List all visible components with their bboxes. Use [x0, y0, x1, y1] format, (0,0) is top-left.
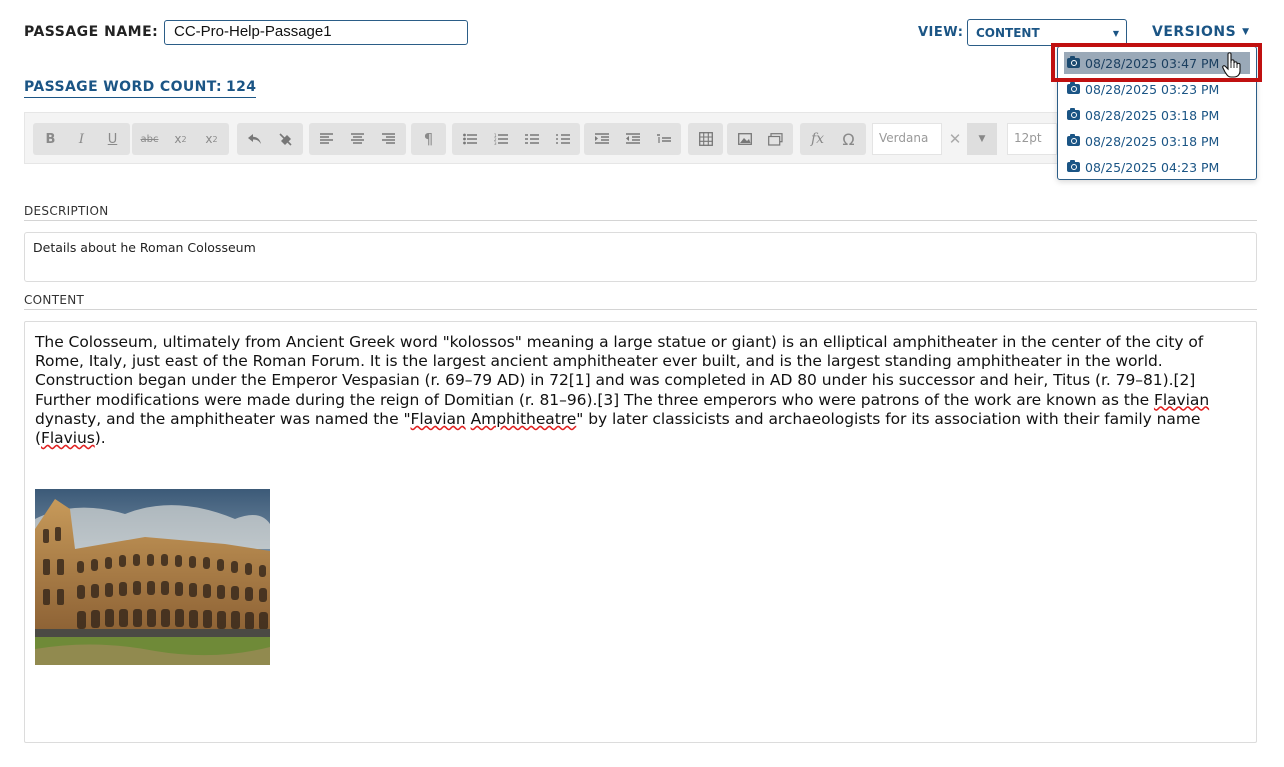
word-count-value: 124 [225, 79, 257, 95]
versions-button[interactable]: VERSIONS ▼ [1152, 24, 1250, 40]
view-select-value: CONTENT [976, 26, 1040, 40]
numbered-list-icon[interactable]: 123 [485, 124, 516, 154]
caret-down-icon: ▼ [1242, 27, 1250, 37]
view-select[interactable]: CONTENT ▼ [967, 19, 1127, 46]
indent-icon[interactable] [586, 124, 617, 154]
version-item[interactable]: 08/25/2025 04:23 PM [1064, 156, 1250, 178]
version-item[interactable]: 08/28/2025 03:18 PM [1064, 130, 1250, 152]
table-icon[interactable] [690, 124, 721, 154]
roman-list-icon[interactable] [547, 124, 578, 154]
outdent-icon[interactable] [617, 124, 648, 154]
align-left-icon[interactable] [311, 124, 342, 154]
underline-icon[interactable]: U [97, 124, 128, 154]
undo-icon[interactable] [239, 124, 270, 154]
bullet-list-icon[interactable] [454, 124, 485, 154]
script-group: abc x2 x2 [132, 123, 229, 155]
spellcheck-word: Flavius [41, 429, 95, 448]
spellcheck-word: Amphitheatre [470, 409, 577, 428]
bold-icon[interactable]: B [35, 124, 66, 154]
camera-icon [1067, 108, 1080, 120]
text-style-group: B I U [33, 123, 130, 155]
media-group [727, 123, 793, 155]
line-height-icon[interactable] [648, 124, 679, 154]
description-field[interactable]: Details about he Roman Colosseum [24, 232, 1257, 282]
list-group: 123 [452, 123, 580, 155]
version-label: 08/25/2025 04:23 PM [1085, 159, 1220, 175]
view-label: VIEW: [918, 25, 964, 40]
versions-label: VERSIONS [1152, 24, 1237, 40]
version-label: 08/28/2025 03:18 PM [1085, 107, 1220, 123]
strikethrough-icon[interactable]: abc [134, 124, 165, 154]
font-family-input[interactable]: Verdana [872, 123, 942, 155]
version-item[interactable]: 08/28/2025 03:18 PM [1064, 104, 1250, 126]
superscript-icon[interactable]: x2 [196, 124, 227, 154]
content-label: CONTENT [24, 293, 85, 307]
content-text-segment: dynasty, and the amphitheater was named … [35, 409, 411, 428]
svg-text:3: 3 [494, 141, 497, 145]
clear-format-icon[interactable] [270, 124, 301, 154]
subscript-icon[interactable]: x2 [165, 124, 196, 154]
gallery-icon[interactable] [760, 124, 791, 154]
content-editor[interactable]: The Colosseum, ultimately from Ancient G… [24, 321, 1257, 743]
spellcheck-word: Flavian [1153, 390, 1210, 409]
word-count: PASSAGE WORD COUNT: 124 [24, 79, 257, 98]
divider [24, 220, 1257, 221]
content-body[interactable]: The Colosseum, ultimately from Ancient G… [35, 333, 1247, 448]
version-label: 08/28/2025 03:18 PM [1085, 133, 1220, 149]
chevron-down-icon[interactable]: ▼ [967, 123, 997, 155]
alpha-list-icon[interactable] [516, 124, 547, 154]
passage-name-label: PASSAGE NAME: [24, 24, 159, 40]
formula-icon[interactable]: fx [802, 124, 833, 154]
alignment-group [309, 123, 406, 155]
hand-pointer-icon [1222, 52, 1241, 78]
chevron-down-icon: ▼ [1112, 29, 1119, 38]
omega-icon[interactable]: Ω [833, 124, 864, 154]
spellcheck-word: Flavian [410, 409, 466, 428]
description-label: DESCRIPTION [24, 204, 109, 218]
content-text-segment: The Colosseum, ultimately from Ancient G… [35, 333, 1204, 409]
content-text-segment: ). [94, 429, 106, 448]
history-group [237, 123, 303, 155]
divider [24, 309, 1257, 310]
paragraph-group: ¶ [411, 123, 446, 155]
camera-icon [1067, 82, 1080, 94]
camera-icon [1067, 160, 1080, 172]
clear-icon[interactable]: ✕ [943, 123, 967, 155]
passage-name-input[interactable]: CC-Pro-Help-Passage1 [164, 20, 468, 45]
special-group: fx Ω [800, 123, 866, 155]
colosseum-image[interactable] [35, 489, 270, 665]
image-icon[interactable] [729, 124, 760, 154]
align-right-icon[interactable] [373, 124, 404, 154]
italic-icon[interactable]: I [66, 124, 97, 154]
indent-group [584, 123, 681, 155]
paragraph-icon[interactable]: ¶ [413, 124, 444, 154]
camera-icon [1067, 134, 1080, 146]
word-count-label: PASSAGE WORD COUNT: [24, 79, 222, 95]
font-size-input[interactable]: 12pt [1007, 123, 1057, 155]
version-label: 08/28/2025 03:23 PM [1085, 81, 1220, 97]
table-group [688, 123, 723, 155]
align-center-icon[interactable] [342, 124, 373, 154]
editor-toolbar: B I U abc x2 x2 ¶ 123 fx Ω Verdana ✕ ▼ 1… [24, 112, 1064, 164]
